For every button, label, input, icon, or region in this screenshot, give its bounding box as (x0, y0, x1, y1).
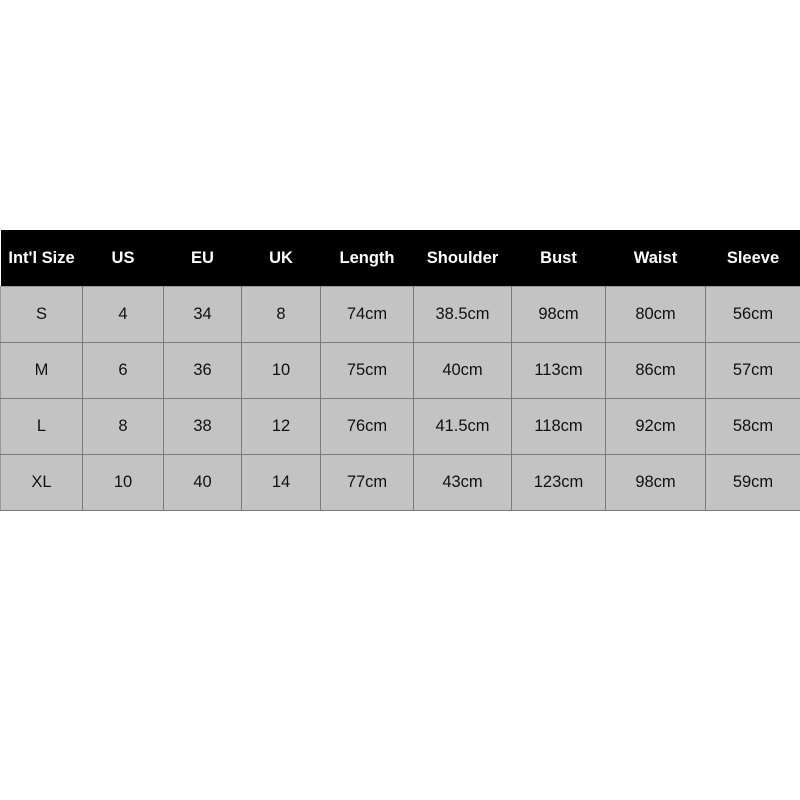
cell-sleeve: 56cm (705, 286, 800, 343)
cell-shoulder: 43cm (413, 454, 512, 511)
cell-us: 4 (82, 286, 164, 343)
cell-uk: 14 (241, 454, 321, 511)
cell-sleeve: 57cm (705, 342, 800, 399)
cell-length: 76cm (320, 398, 414, 455)
cell-sleeve: 59cm (705, 454, 800, 511)
column-header-bust: Bust (511, 230, 606, 287)
table-row: S 4 34 8 74cm 38.5cm 98cm 80cm 56cm (0, 286, 800, 343)
cell-eu: 40 (163, 454, 242, 511)
cell-us: 6 (82, 342, 164, 399)
cell-length: 74cm (320, 286, 414, 343)
cell-bust: 113cm (511, 342, 606, 399)
cell-size: M (0, 342, 83, 399)
column-header-us: US (82, 230, 164, 287)
column-header-sleeve: Sleeve (705, 230, 800, 287)
table-row: XL 10 40 14 77cm 43cm 123cm 98cm 59cm (0, 454, 800, 511)
column-header-uk: UK (241, 230, 321, 287)
cell-waist: 86cm (605, 342, 706, 399)
table-row: L 8 38 12 76cm 41.5cm 118cm 92cm 58cm (0, 398, 800, 455)
cell-sleeve: 58cm (705, 398, 800, 455)
cell-us: 10 (82, 454, 164, 511)
table-body: S 4 34 8 74cm 38.5cm 98cm 80cm 56cm M 6 … (0, 286, 800, 511)
column-header-waist: Waist (605, 230, 706, 287)
cell-waist: 92cm (605, 398, 706, 455)
column-header-length: Length (320, 230, 414, 287)
cell-eu: 34 (163, 286, 242, 343)
cell-size: L (0, 398, 83, 455)
cell-size: S (0, 286, 83, 343)
size-chart-table: Int'l Size US EU UK Length Shoulder Bust… (0, 230, 800, 511)
cell-size: XL (0, 454, 83, 511)
table-header: Int'l Size US EU UK Length Shoulder Bust… (0, 230, 800, 287)
cell-shoulder: 40cm (413, 342, 512, 399)
cell-waist: 80cm (605, 286, 706, 343)
cell-bust: 118cm (511, 398, 606, 455)
cell-bust: 98cm (511, 286, 606, 343)
cell-shoulder: 38.5cm (413, 286, 512, 343)
column-header-shoulder: Shoulder (413, 230, 512, 287)
cell-uk: 12 (241, 398, 321, 455)
cell-uk: 10 (241, 342, 321, 399)
cell-us: 8 (82, 398, 164, 455)
header-row: Int'l Size US EU UK Length Shoulder Bust… (0, 230, 800, 287)
cell-eu: 38 (163, 398, 242, 455)
cell-length: 75cm (320, 342, 414, 399)
table-row: M 6 36 10 75cm 40cm 113cm 86cm 57cm (0, 342, 800, 399)
cell-shoulder: 41.5cm (413, 398, 512, 455)
cell-eu: 36 (163, 342, 242, 399)
column-header-eu: EU (163, 230, 242, 287)
cell-length: 77cm (320, 454, 414, 511)
cell-uk: 8 (241, 286, 321, 343)
column-header-intl-size: Int'l Size (0, 230, 83, 287)
cell-waist: 98cm (605, 454, 706, 511)
size-chart-container: Int'l Size US EU UK Length Shoulder Bust… (0, 230, 800, 511)
cell-bust: 123cm (511, 454, 606, 511)
